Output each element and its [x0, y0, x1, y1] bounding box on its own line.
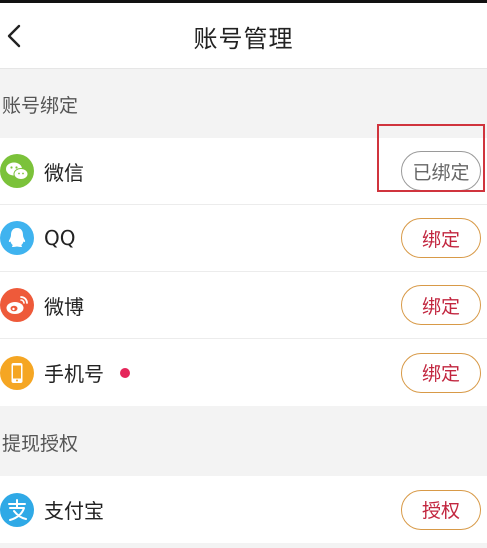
weibo-icon — [0, 288, 34, 322]
list-item-phone[interactable]: 手机号 绑定 — [0, 339, 487, 406]
withdraw-auth-list: 支付宝 授权 — [0, 476, 487, 543]
notification-dot — [120, 367, 130, 378]
wechat-icon — [0, 154, 34, 188]
list-item-label: 支付宝 — [44, 499, 104, 523]
alipay-authorize-button[interactable]: 授权 — [401, 489, 481, 530]
list-item-qq[interactable]: QQ 绑定 — [0, 205, 487, 272]
list-item-label: 微博 — [44, 294, 84, 319]
list-item-weibo[interactable]: 微博 绑定 — [0, 272, 487, 339]
list-item-wechat[interactable]: 微信 已绑定 — [0, 138, 487, 205]
list-item-label: QQ — [44, 226, 76, 250]
phone-icon — [0, 355, 34, 390]
nav-header: 账号管理 — [0, 3, 487, 69]
section-label-withdraw-auth: 提现授权 — [2, 432, 79, 455]
page-title: 账号管理 — [193, 24, 294, 53]
section-label-account-binding: 账号绑定 — [2, 94, 79, 117]
list-item-alipay[interactable]: 支付宝 授权 — [0, 476, 487, 543]
weibo-bind-button[interactable]: 绑定 — [401, 285, 481, 325]
alipay-icon — [0, 492, 34, 527]
account-binding-list: 微信 已绑定 QQ 绑定 微博 绑定 手机号 绑定 — [0, 138, 487, 406]
qq-icon — [0, 221, 34, 255]
list-item-label: 手机号 — [44, 339, 130, 406]
list-item-label-text: 手机号 — [44, 362, 104, 386]
phone-bind-button[interactable]: 绑定 — [401, 352, 481, 393]
wechat-bound-button[interactable]: 已绑定 — [401, 151, 481, 191]
qq-bind-button[interactable]: 绑定 — [401, 218, 481, 258]
list-item-label: 微信 — [44, 160, 84, 185]
